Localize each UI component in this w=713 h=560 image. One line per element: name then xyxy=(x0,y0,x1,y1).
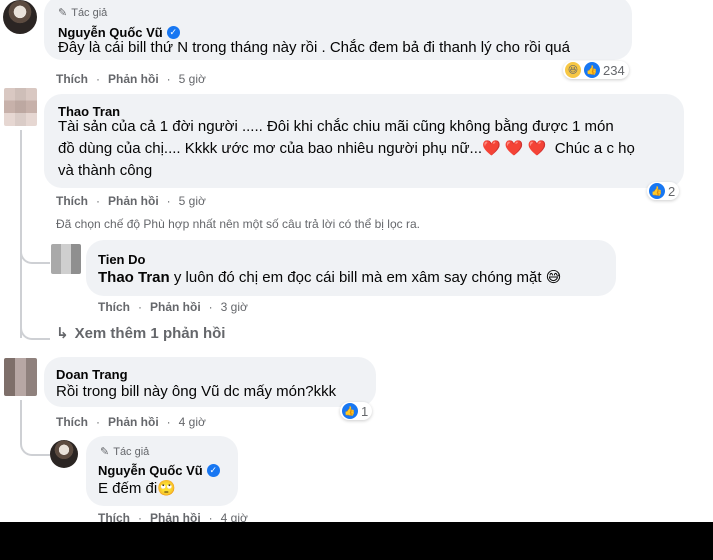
pencil-icon: ✎ xyxy=(58,7,68,19)
like-button[interactable]: Thích xyxy=(56,72,88,86)
reply-button[interactable]: Phản hồi xyxy=(108,72,159,86)
see-more-replies-link[interactable]: ↳ Xem thêm 1 phản hồi xyxy=(56,324,225,343)
heart-emoji-icon: ❤️ ❤️ ❤️ xyxy=(482,140,547,157)
comment-text: Rồi trong bill này ông Vũ dc mấy món?kkk xyxy=(56,383,337,400)
pencil-icon: ✎ xyxy=(100,446,110,458)
comment-text: Tài sản của cả 1 đời người ..... Đôi khi… xyxy=(58,118,635,179)
like-button[interactable]: Thích xyxy=(56,415,88,429)
comment-actions: Thích · Phản hồi · 5 giờ xyxy=(56,72,206,86)
reply-button[interactable]: Phản hồi xyxy=(108,415,159,429)
timestamp[interactable]: 4 giờ xyxy=(179,415,206,429)
like-button[interactable]: Thích xyxy=(56,194,88,208)
thread-connector xyxy=(20,310,50,340)
mention-link[interactable]: Thao Tran xyxy=(98,269,170,286)
thread-connector xyxy=(20,428,50,456)
reply-button[interactable]: Phản hồi xyxy=(108,194,159,208)
filter-notice: Đã chọn chế độ Phù hợp nhất nên một số c… xyxy=(56,217,420,231)
comment-text: Đây là cái bill thứ N trong tháng này rồ… xyxy=(58,39,570,56)
avatar[interactable] xyxy=(50,440,78,468)
reaction-summary[interactable]: 😆 👍 234 xyxy=(563,61,629,79)
avatar[interactable] xyxy=(3,0,37,34)
reply-arrow-icon: ↳ xyxy=(56,325,69,342)
author-badge: ✎ Tác giả xyxy=(58,6,108,20)
comment-actions: Thích · Phản hồi · 5 giờ xyxy=(56,194,206,208)
reply-text: E đếm đi🙄 xyxy=(98,478,176,500)
reply-author-name[interactable]: Nguyễn Quốc Vũ ✓ xyxy=(98,463,220,478)
cropped-black-bar xyxy=(0,522,713,560)
avatar[interactable] xyxy=(4,88,37,126)
like-icon: 👍 xyxy=(649,183,665,199)
avatar[interactable] xyxy=(4,358,37,396)
reply-actions: Thích · Phản hồi · 3 giờ xyxy=(98,300,248,314)
haha-icon: 😆 xyxy=(565,62,581,78)
reaction-summary[interactable]: 👍 2 xyxy=(647,182,680,200)
like-icon: 👍 xyxy=(342,403,358,419)
author-badge: ✎ Tác giả xyxy=(100,445,150,459)
sweat-smile-emoji-icon: 😅 xyxy=(545,269,562,286)
reaction-summary[interactable]: 👍 1 xyxy=(340,402,373,420)
reply-button[interactable]: Phản hồi xyxy=(150,300,201,314)
reply-text: Thao Tran y luôn đó chị em đọc cái bill … xyxy=(98,267,561,289)
reply-author-name[interactable]: Tien Do xyxy=(98,252,145,267)
like-button[interactable]: Thích xyxy=(98,300,130,314)
rolling-eyes-emoji-icon: 🙄 xyxy=(157,480,176,497)
comment-actions: Thích · Phản hồi · 4 giờ xyxy=(56,415,206,429)
timestamp[interactable]: 3 giờ xyxy=(221,300,248,314)
timestamp[interactable]: 5 giờ xyxy=(179,194,206,208)
verified-badge-icon: ✓ xyxy=(206,464,220,477)
like-icon: 👍 xyxy=(584,62,600,78)
thread-connector xyxy=(20,232,50,264)
avatar[interactable] xyxy=(51,244,81,274)
comment-author-name[interactable]: Doan Trang xyxy=(56,367,128,382)
timestamp[interactable]: 5 giờ xyxy=(179,72,206,86)
